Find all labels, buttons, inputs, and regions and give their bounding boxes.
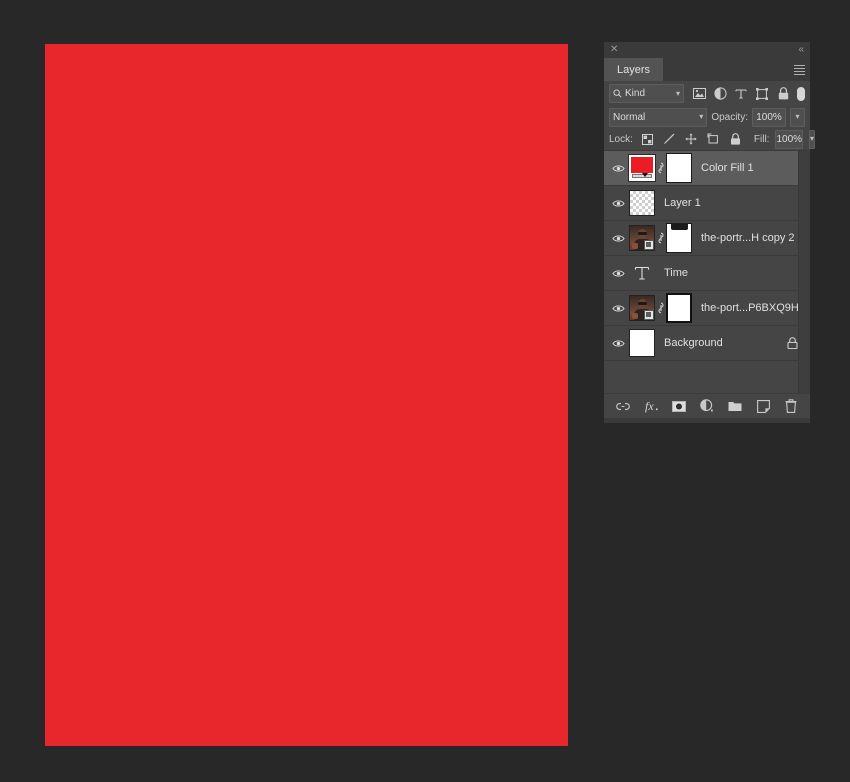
document-canvas[interactable] [45, 44, 568, 746]
filter-type-layers[interactable] [734, 87, 748, 101]
opacity-label: Opacity: [711, 112, 748, 123]
panel-titlebar: ✕ « [604, 42, 810, 58]
layer-thumbnails [629, 293, 692, 323]
mask-link-icon[interactable] [655, 302, 666, 314]
filter-bar: Kind ▾ [604, 81, 810, 106]
layers-panel: ✕ « Layers Kind ▾ [604, 42, 810, 423]
layer-thumbnails [629, 329, 655, 357]
lock-label: Lock: [609, 134, 633, 145]
filter-kind-select[interactable]: Kind ▾ [609, 84, 684, 103]
collapse-panel-icon[interactable]: « [798, 45, 804, 55]
layer-name: Layer 1 [664, 197, 798, 209]
chevron-down-icon: ▾ [795, 113, 799, 121]
opacity-stepper[interactable]: ▾ [790, 108, 805, 127]
layer-thumbnail-transparent[interactable] [629, 190, 655, 216]
smart-object-badge [644, 240, 654, 250]
opacity-input[interactable]: 100% [752, 108, 786, 127]
fill-value: 100% [776, 134, 802, 145]
link-layers-button[interactable] [616, 399, 631, 414]
lock-image-pixels[interactable] [663, 133, 676, 146]
layer-mask-thumbnail[interactable] [666, 293, 692, 323]
layer-thumbnails [629, 260, 655, 286]
layer-visibility-toggle[interactable] [608, 234, 629, 243]
fill-label: Fill: [754, 134, 770, 145]
tabbar-filler [663, 58, 788, 81]
panel-bottom-edge [604, 418, 810, 423]
layer-rows: Color Fill 1 Layer 1 [604, 151, 810, 393]
layer-thumbnail-smart-object[interactable] [629, 225, 655, 251]
search-icon [613, 89, 622, 98]
layer-visibility-toggle[interactable] [608, 199, 629, 208]
tab-layers-label: Layers [617, 64, 650, 76]
lock-artboard-nesting[interactable] [707, 133, 720, 146]
filter-kind-label: Kind [625, 88, 673, 99]
new-adjustment-layer-button[interactable] [700, 399, 715, 414]
layer-list-scrollbar[interactable] [798, 151, 810, 393]
layer-thumbnails [629, 190, 655, 216]
opacity-value: 100% [756, 112, 782, 123]
panel-tabbar: Layers [604, 58, 810, 81]
layer-visibility-toggle[interactable] [608, 269, 629, 278]
filter-smart-object-layers[interactable] [776, 87, 790, 101]
layer-thumbnail-background[interactable] [629, 329, 655, 357]
close-icon[interactable]: ✕ [610, 45, 618, 55]
lock-all[interactable] [729, 133, 742, 146]
layer-locked-icon [787, 337, 798, 349]
layer-name: the-portr...H copy 2 [701, 232, 798, 244]
blend-mode-bar: Normal ▾ Opacity: 100% ▾ [604, 106, 810, 128]
fill-stepper[interactable]: ▾ [809, 130, 815, 149]
layers-panel-footer: fx [604, 393, 810, 418]
lock-icon-group [641, 133, 742, 146]
blend-mode-select[interactable]: Normal ▾ [609, 108, 707, 127]
layer-list[interactable]: Color Fill 1 Layer 1 [604, 150, 810, 393]
layer-name: Color Fill 1 [701, 162, 798, 174]
filter-pixel-layers[interactable] [692, 87, 706, 101]
table-row[interactable]: the-port...P6BXQ9H [604, 291, 810, 326]
lock-bar: Lock: Fill: 100% ▾ [604, 128, 810, 150]
table-row[interactable]: Background [604, 326, 810, 361]
layer-name: Background [664, 337, 787, 349]
table-row[interactable]: Time [604, 256, 810, 291]
lock-transparent-pixels[interactable] [641, 133, 654, 146]
mask-link-icon[interactable] [655, 232, 666, 244]
layer-style-button[interactable]: fx [644, 399, 659, 414]
table-row[interactable]: the-portr...H copy 2 [604, 221, 810, 256]
filter-type-icons [692, 87, 790, 101]
smart-object-badge [644, 310, 654, 320]
layer-name: the-port...P6BXQ9H [701, 302, 798, 314]
chevron-down-icon: ▾ [699, 113, 703, 121]
svg-text:fx: fx [645, 399, 654, 413]
lock-position[interactable] [685, 133, 698, 146]
layer-mask-thumbnail[interactable] [666, 223, 692, 253]
chevron-down-icon: ▾ [676, 90, 680, 98]
new-layer-button[interactable] [756, 399, 771, 414]
filter-shape-layers[interactable] [755, 87, 769, 101]
table-row[interactable]: Color Fill 1 [604, 151, 810, 186]
layer-thumbnail-color-fill[interactable] [629, 155, 655, 181]
blend-mode-value: Normal [613, 112, 699, 123]
layer-thumbnail-smart-object[interactable] [629, 295, 655, 321]
layer-name: Time [664, 267, 798, 279]
layer-visibility-toggle[interactable] [608, 339, 629, 348]
filter-enable-toggle[interactable] [797, 87, 805, 101]
chevron-down-icon: ▾ [810, 135, 814, 143]
table-row[interactable]: Layer 1 [604, 186, 810, 221]
mask-link-icon[interactable] [655, 162, 666, 174]
new-group-button[interactable] [728, 399, 743, 414]
tab-layers[interactable]: Layers [604, 58, 663, 81]
layer-thumbnails [629, 223, 692, 253]
fill-input[interactable]: 100% [775, 130, 803, 149]
layer-visibility-toggle[interactable] [608, 164, 629, 173]
delete-layer-button[interactable] [784, 399, 799, 414]
layer-thumbnails [629, 153, 692, 183]
add-layer-mask-button[interactable] [672, 399, 687, 414]
layer-thumbnail-type[interactable] [629, 260, 655, 286]
layer-visibility-toggle[interactable] [608, 304, 629, 313]
layer-mask-thumbnail[interactable] [666, 153, 692, 183]
filter-adjustment-layers[interactable] [713, 87, 727, 101]
panel-menu-icon[interactable] [788, 58, 810, 81]
